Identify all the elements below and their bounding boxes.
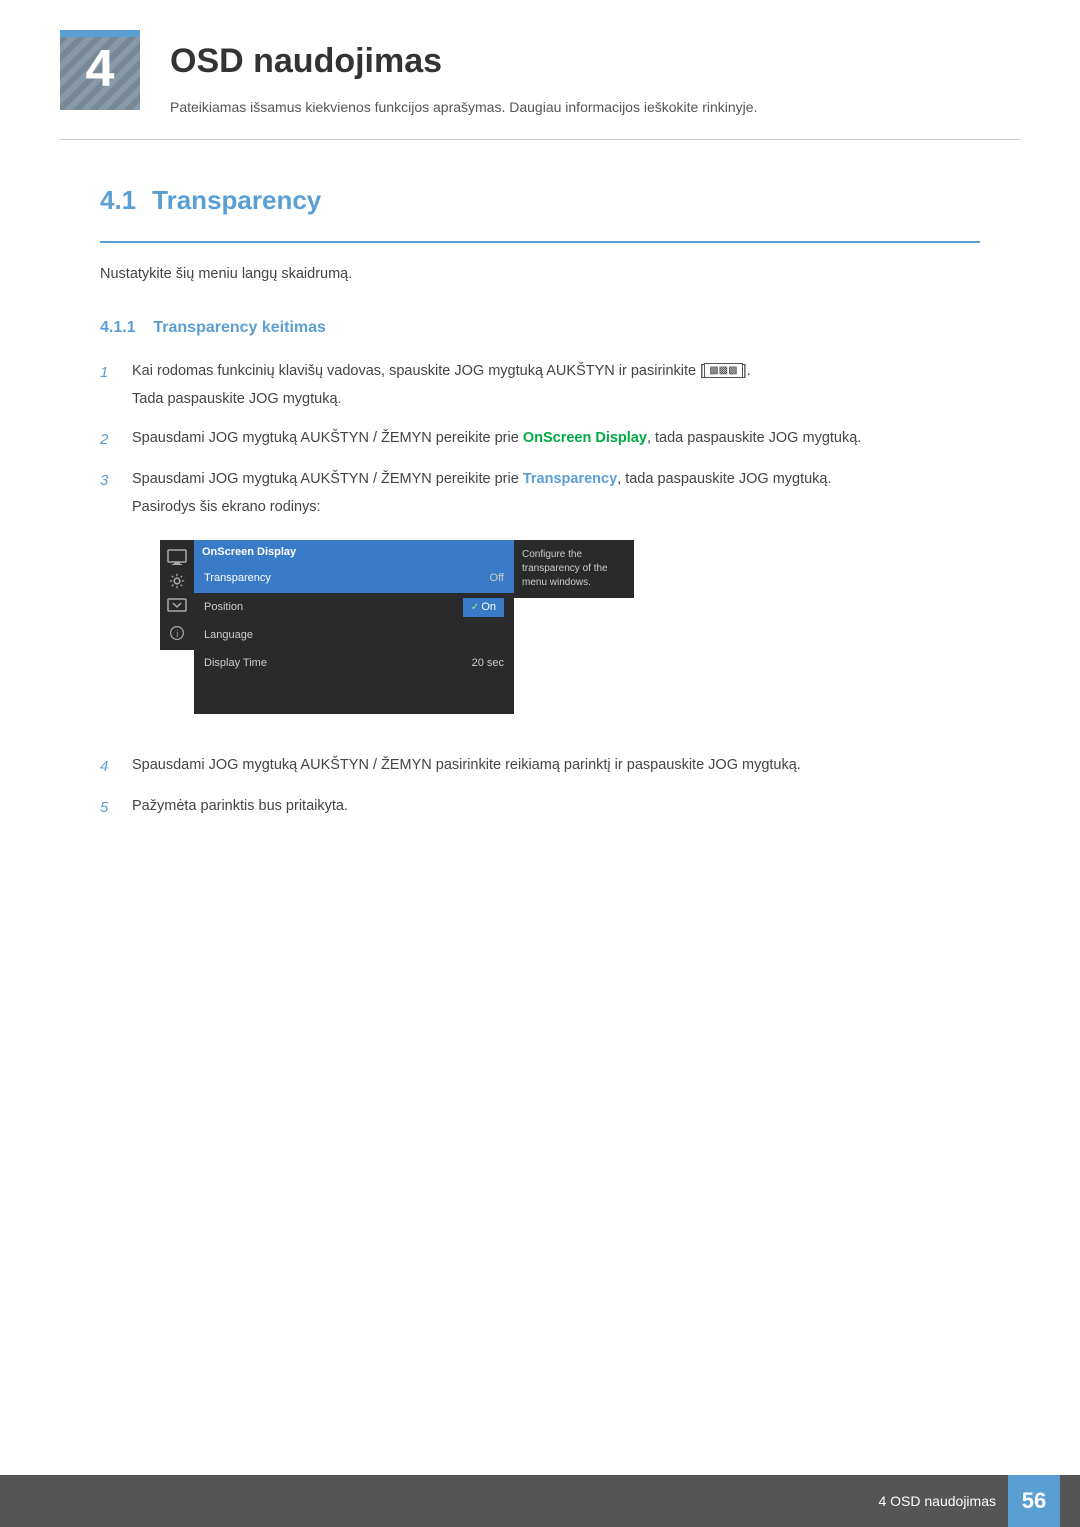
monitor-svg	[167, 549, 187, 565]
svg-text:i: i	[176, 629, 178, 639]
step-list: 1 Kai rodomas funkcinių klavišų vadovas,…	[100, 360, 980, 819]
main-content: 4.1 Transparency Nustatykite šių meniu l…	[0, 140, 1080, 876]
section-number: 4.1	[100, 180, 136, 222]
chapter-box-accent	[60, 30, 140, 37]
menu-item-transparency-name: Transparency	[204, 570, 490, 588]
menu-item-display-time-name: Display Time	[204, 655, 472, 673]
screen-left-icons: i	[160, 540, 194, 650]
menu-item-position-value: ✓On	[463, 598, 504, 618]
menu-item-language: Language	[194, 622, 514, 650]
menu-item-display-time-value: 20 sec	[472, 655, 504, 673]
menu-item-position-name: Position	[204, 599, 463, 617]
header-subtitle: Pateikiamas išsamus kiekvienos funkcijos…	[170, 96, 1020, 118]
step-3-note: Pasirodys šis ekrano rodinys:	[100, 496, 980, 519]
section-rule	[100, 241, 980, 243]
menu-item-language-name: Language	[204, 627, 504, 645]
page-footer: 4 OSD naudojimas 56	[0, 1475, 1080, 1527]
step-2: 2 Spausdami JOG mygtuką AUKŠTYN / ŽEMYN …	[100, 427, 980, 452]
screen-display: i OnScreen Display Transparency Off	[160, 540, 980, 714]
checkmark-icon: ✓	[471, 602, 479, 613]
section-intro: Nustatykite šių meniu langų skaidrumą.	[100, 263, 980, 286]
jog-icon: ▩▩▩	[704, 363, 742, 378]
step-1: 1 Kai rodomas funkcinių klavišų vadovas,…	[100, 360, 980, 411]
settings-icon	[166, 572, 188, 590]
screen-menu-header: OnScreen Display	[194, 540, 514, 566]
step-3-number: 3	[100, 469, 118, 493]
chapter-number-box: 4	[60, 30, 140, 110]
step-4-text: Spausdami JOG mygtuką AUKŠTYN / ŽEMYN pa…	[132, 754, 980, 778]
step-1-text: Kai rodomas funkcinių klavišų vadovas, s…	[132, 360, 980, 384]
menu-item-empty-2	[194, 696, 514, 714]
menu-item-transparency-off: Off	[490, 570, 504, 588]
footer-page-number: 56	[1008, 1475, 1060, 1527]
subsection-title: 4.1.1 Transparency keitimas	[100, 315, 980, 341]
screen-menu-items: Transparency Off Position ✓On	[194, 565, 514, 713]
menu-item-display-time: Display Time 20 sec	[194, 650, 514, 678]
transparency-link: Transparency	[523, 471, 617, 487]
step-1-subtext: Tada paspauskite JOG mygtuką.	[100, 388, 980, 411]
header-section: 4 OSD naudojimas Pateikiamas išsamus kie…	[0, 0, 1080, 139]
section-title: 4.1 Transparency	[100, 180, 980, 222]
step-4-number: 4	[100, 755, 118, 779]
screen-sidebar-text: Configure the transparency of the menu w…	[522, 549, 608, 588]
subsection-number: 4.1.1	[100, 319, 136, 336]
step-5-text: Pažymėta parinktis bus pritaikyta.	[132, 795, 980, 819]
settings-svg	[167, 573, 187, 589]
nav-svg	[167, 597, 187, 613]
nav-icon	[166, 596, 188, 614]
info-icon: i	[166, 624, 188, 642]
step-5-number: 5	[100, 796, 118, 820]
subsection-label: Transparency keitimas	[153, 319, 326, 336]
header-title-area: OSD naudojimas Pateikiamas išsamus kiekv…	[170, 30, 1020, 119]
onscreen-display-link: OnScreen Display	[523, 430, 647, 446]
step-1-number: 1	[100, 361, 118, 385]
step-3: 3 Spausdami JOG mygtuką AUKŠTYN / ŽEMYN …	[100, 468, 980, 737]
step-2-text: Spausdami JOG mygtuką AUKŠTYN / ŽEMYN pe…	[132, 427, 980, 451]
menu-item-transparency: Transparency Off	[194, 565, 514, 593]
monitor-icon	[166, 548, 188, 566]
screen-sidebar: Configure the transparency of the menu w…	[514, 540, 634, 598]
screen-menu: OnScreen Display Transparency Off Positi…	[194, 540, 514, 714]
step-4: 4 Spausdami JOG mygtuką AUKŠTYN / ŽEMYN …	[100, 754, 980, 779]
step-3-text: Spausdami JOG mygtuką AUKŠTYN / ŽEMYN pe…	[132, 468, 980, 492]
step-5: 5 Pažymėta parinktis bus pritaikyta.	[100, 795, 980, 820]
footer-text: 4 OSD naudojimas	[878, 1490, 996, 1512]
info-svg: i	[167, 625, 187, 641]
page-wrapper: 4 OSD naudojimas Pateikiamas išsamus kie…	[0, 0, 1080, 1527]
menu-item-position: Position ✓On	[194, 593, 514, 623]
section-label: Transparency	[152, 180, 321, 222]
menu-item-empty-1	[194, 678, 514, 696]
header-title: OSD naudojimas	[170, 34, 1020, 88]
step-2-number: 2	[100, 428, 118, 452]
chapter-number: 4	[60, 30, 140, 110]
